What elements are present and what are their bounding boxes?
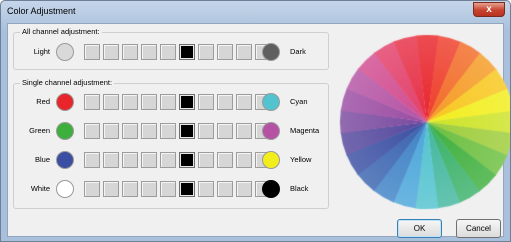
slider-step[interactable] (122, 123, 138, 139)
slider-step[interactable] (141, 181, 157, 197)
dark-label: Dark (290, 47, 306, 56)
channel-right-label: Cyan (290, 97, 308, 106)
slider-step[interactable] (84, 44, 100, 60)
single-channel-group: Single channel adjustment: Red Cyan Green M… (13, 78, 329, 209)
slider-step[interactable] (122, 94, 138, 110)
slider-step[interactable] (141, 152, 157, 168)
slider-step[interactable] (198, 44, 214, 60)
slider-step[interactable] (103, 44, 119, 60)
channel-left-swatch[interactable] (56, 180, 74, 198)
slider-thumb[interactable] (179, 94, 195, 110)
ok-button[interactable]: OK (397, 219, 442, 238)
channel-left-swatch[interactable] (56, 151, 74, 169)
channel-right-label: Yellow (290, 155, 312, 164)
single-channel-group-label: Single channel adjustment: (20, 78, 115, 87)
slider-step[interactable] (236, 123, 252, 139)
channel-right-label: Black (290, 184, 309, 193)
cancel-button[interactable]: Cancel (456, 219, 501, 238)
slider-step[interactable] (84, 123, 100, 139)
channel-right-swatch[interactable] (262, 180, 280, 198)
channel-right-label: Magenta (290, 126, 320, 135)
slider-step[interactable] (103, 152, 119, 168)
all-channel-row: Light Dark (14, 42, 328, 62)
slider-step[interactable] (236, 94, 252, 110)
slider-step[interactable] (236, 152, 252, 168)
channel-left-label: Red (36, 97, 50, 106)
single-channel-row: Blue Yellow (14, 150, 328, 170)
slider-step[interactable] (236, 44, 252, 60)
slider-step[interactable] (198, 152, 214, 168)
color-wheel[interactable] (339, 34, 510, 210)
color-adjustment-window: Color Adjustment x All channel adjustmen… (0, 0, 511, 242)
slider-thumb[interactable] (179, 44, 195, 60)
channel-left-label: Green (29, 126, 50, 135)
slider-step[interactable] (217, 152, 233, 168)
slider-step[interactable] (160, 123, 176, 139)
slider-step[interactable] (122, 152, 138, 168)
title-bar[interactable]: Color Adjustment x (1, 1, 510, 23)
slider-step[interactable] (160, 152, 176, 168)
all-channel-group: All channel adjustment: Light Dark (13, 27, 329, 70)
dialog-body: All channel adjustment: Light Dark Singl… (7, 23, 510, 238)
slider-step[interactable] (217, 44, 233, 60)
close-button[interactable]: x (473, 2, 505, 17)
slider-thumb[interactable] (179, 152, 195, 168)
slider-step[interactable] (160, 44, 176, 60)
channel-left-label: White (30, 184, 50, 193)
channel-right-swatch[interactable] (262, 122, 280, 140)
slider-step[interactable] (103, 94, 119, 110)
slider-step[interactable] (141, 94, 157, 110)
close-icon: x (486, 4, 492, 15)
slider-step[interactable] (217, 94, 233, 110)
channel-left-swatch[interactable] (56, 122, 74, 140)
slider-step[interactable] (217, 123, 233, 139)
slider-step[interactable] (198, 123, 214, 139)
channel-right-swatch[interactable] (262, 151, 280, 169)
channel-right-swatch[interactable] (262, 93, 280, 111)
slider-thumb[interactable] (179, 181, 195, 197)
slider-thumb[interactable] (179, 123, 195, 139)
slider-step[interactable] (103, 181, 119, 197)
slider-step[interactable] (198, 181, 214, 197)
single-channel-row: White Black (14, 179, 328, 199)
light-label: Light (33, 47, 50, 56)
single-channel-row: Red Cyan (14, 92, 328, 112)
slider-step[interactable] (84, 94, 100, 110)
single-channel-row: Green Magenta (14, 121, 328, 141)
slider-step[interactable] (122, 44, 138, 60)
slider-step[interactable] (198, 94, 214, 110)
slider-step[interactable] (217, 181, 233, 197)
slider-step[interactable] (122, 181, 138, 197)
light-swatch[interactable] (56, 43, 74, 61)
window-title: Color Adjustment (7, 6, 76, 16)
slider-step[interactable] (141, 44, 157, 60)
slider-step[interactable] (160, 181, 176, 197)
slider-step[interactable] (103, 123, 119, 139)
slider-step[interactable] (236, 181, 252, 197)
channel-left-label: Blue (34, 155, 50, 164)
slider-step[interactable] (141, 123, 157, 139)
channel-left-swatch[interactable] (56, 93, 74, 111)
dark-swatch[interactable] (262, 43, 280, 61)
slider-step[interactable] (160, 94, 176, 110)
slider-step[interactable] (84, 152, 100, 168)
slider-step[interactable] (84, 181, 100, 197)
all-channel-group-label: All channel adjustment: (20, 27, 102, 36)
